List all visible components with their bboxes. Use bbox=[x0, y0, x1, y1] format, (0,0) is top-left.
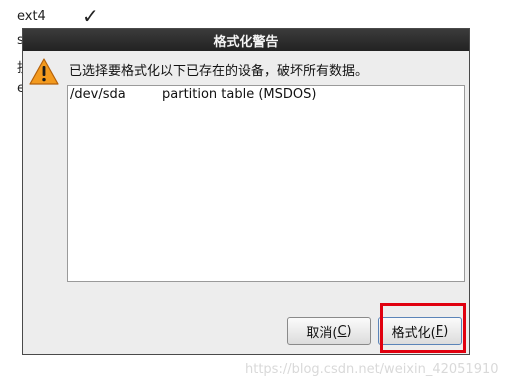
device-name: /dev/sda bbox=[70, 87, 126, 102]
cancel-suffix: ) bbox=[346, 323, 352, 339]
format-mnemonic: F bbox=[435, 323, 444, 339]
warning-icon bbox=[29, 58, 59, 85]
message-row: 已选择要格式化以下已存在的设备，破坏所有数据。 bbox=[29, 57, 465, 87]
filesystem-label: ext4 bbox=[17, 9, 46, 24]
format-warning-dialog: 格式化警告 已选择要格式化以下已存在的设备，破坏所有数据。 /dev/sda pa… bbox=[22, 28, 470, 355]
cancel-label: 取消( bbox=[306, 325, 338, 341]
device-list[interactable]: /dev/sda partition table (MSDOS) bbox=[67, 85, 465, 282]
dialog-titlebar[interactable]: 格式化警告 bbox=[23, 29, 469, 51]
device-description: partition table (MSDOS) bbox=[162, 87, 317, 102]
dialog-title: 格式化警告 bbox=[213, 34, 279, 50]
format-label: 格式化( bbox=[391, 325, 436, 341]
warning-message: 已选择要格式化以下已存在的设备，破坏所有数据。 bbox=[69, 64, 369, 79]
cancel-mnemonic: C bbox=[337, 323, 347, 339]
device-row[interactable]: /dev/sda partition table (MSDOS) bbox=[70, 87, 316, 102]
format-button[interactable]: 格式化(F) bbox=[378, 317, 462, 345]
watermark: https://blog.csdn.net/weixin_42051910 bbox=[245, 362, 499, 377]
cancel-button[interactable]: 取消(C) bbox=[287, 317, 371, 345]
checkmark-icon: ✓ bbox=[82, 4, 99, 28]
format-suffix: ) bbox=[443, 323, 449, 339]
